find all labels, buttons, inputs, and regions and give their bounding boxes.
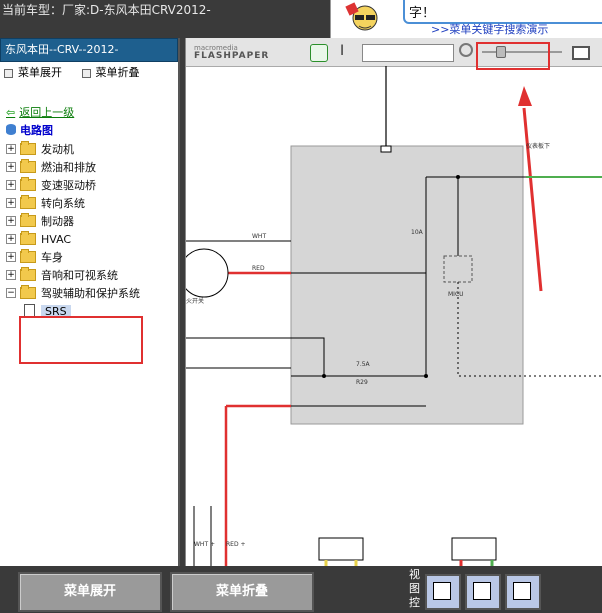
- svg-text:点火开关: 点火开关: [186, 297, 204, 305]
- tree-item-fuel[interactable]: + 燃油和排放: [6, 158, 176, 176]
- tutorial-banner[interactable]: 字！ >>菜单关键字搜索演示: [330, 0, 602, 38]
- folder-icon: [20, 177, 36, 191]
- banner-text: 字！: [409, 6, 436, 21]
- svg-text:仪表板下: 仪表板下: [526, 142, 550, 150]
- sidebar: 东风本田--CRV--2012- 菜单展开 菜单折叠 ⇦ 返回上一级 电路图 + 发…: [0, 38, 180, 566]
- expand-toggle-icon[interactable]: +: [6, 144, 16, 154]
- folder-icon: [20, 231, 36, 245]
- tree-item-body[interactable]: + 车身: [6, 248, 176, 266]
- back-link[interactable]: ⇦ 返回上一级: [6, 104, 74, 120]
- search-input[interactable]: [362, 44, 454, 62]
- bottom-bar: 菜单展开 菜单折叠 视图控: [0, 566, 602, 613]
- window-title: 当前车型：厂家:D-东风本田CRV2012-: [2, 3, 211, 17]
- tree-item-transaxle[interactable]: + 变速驱动桥: [6, 176, 176, 194]
- tree-item-steering[interactable]: + 转向系统: [6, 194, 176, 212]
- sidebar-controls: 菜单展开 菜单折叠: [0, 62, 178, 84]
- tree: + 发动机 + 燃油和排放 + 变速驱动桥 + 转向系统 + 制动器 + HVAC + 车身 …: [6, 140, 176, 302]
- expand-toggle-icon[interactable]: +: [6, 234, 16, 244]
- view-left-button[interactable]: [425, 574, 461, 610]
- svg-text:RED: RED: [252, 265, 265, 272]
- expand-toggle-icon[interactable]: +: [6, 252, 16, 262]
- folder-icon: [20, 141, 36, 155]
- folder-open-icon: [20, 285, 36, 299]
- search-icon[interactable]: [459, 43, 473, 57]
- text-select-icon[interactable]: I: [340, 43, 344, 59]
- expand-toggle-icon[interactable]: +: [6, 216, 16, 226]
- svg-text:7.5A: 7.5A: [356, 361, 371, 368]
- folder-icon: [20, 267, 36, 281]
- database-icon: [6, 124, 16, 135]
- arrows-inward-icon: [473, 582, 491, 600]
- expand-icon: [4, 68, 13, 78]
- tree-item-brakes[interactable]: + 制动器: [6, 212, 176, 230]
- collapse-menu-button[interactable]: 菜单折叠: [81, 66, 140, 79]
- svg-text:RED +: RED +: [226, 541, 246, 548]
- svg-text:R29: R29: [356, 379, 368, 386]
- expand-menu-button[interactable]: 菜单展开: [4, 66, 62, 79]
- print-icon[interactable]: [572, 46, 590, 60]
- tree-root[interactable]: 电路图: [6, 122, 53, 138]
- svg-text:10A: 10A: [411, 229, 424, 236]
- wiring-diagram: 仪表板下 7.5A R29 MICU 10A WHT RED WHT + RED…: [186, 66, 602, 566]
- document-viewer: macromedia FLASHPAPER I 仪表板下 7.5A R29 MI…: [185, 38, 602, 566]
- viewer-toolbar: macromedia FLASHPAPER I: [186, 38, 602, 70]
- search-demo-link[interactable]: >>菜单关键字搜索演示: [431, 21, 548, 37]
- tree-item-engine[interactable]: + 发动机: [6, 140, 176, 158]
- tree-item-audio[interactable]: + 音响和可视系统: [6, 266, 176, 284]
- arrow-right-icon: [433, 582, 451, 600]
- sidebar-header: 东风本田--CRV--2012-: [0, 38, 178, 62]
- highlight-box: [19, 316, 143, 364]
- tree-item-driver-assist[interactable]: − 驾驶辅助和保护系统: [6, 284, 176, 302]
- view-right-button[interactable]: [505, 574, 541, 610]
- mascot-image: [335, 0, 395, 38]
- svg-text:WHT +: WHT +: [194, 541, 215, 548]
- folder-icon: [20, 195, 36, 209]
- hand-tool-icon[interactable]: [310, 44, 328, 62]
- tree-item-hvac[interactable]: + HVAC: [6, 230, 176, 248]
- back-arrow-icon: ⇦: [6, 106, 16, 119]
- expand-all-button[interactable]: 菜单展开: [18, 572, 162, 612]
- folder-icon: [20, 249, 36, 263]
- expand-toggle-icon[interactable]: +: [6, 198, 16, 208]
- arrow-left-icon: [513, 582, 531, 600]
- title-bar: 当前车型：厂家:D-东风本田CRV2012- 字！ >>菜单关键字搜索演示: [0, 0, 602, 38]
- svg-text:WHT: WHT: [252, 233, 266, 240]
- folder-icon: [20, 213, 36, 227]
- expand-toggle-icon[interactable]: +: [6, 180, 16, 190]
- collapse-all-button[interactable]: 菜单折叠: [170, 572, 314, 612]
- view-center-button[interactable]: [465, 574, 501, 610]
- expand-toggle-icon[interactable]: +: [6, 270, 16, 280]
- collapse-icon: [81, 68, 91, 78]
- svg-text:MICU: MICU: [448, 291, 464, 298]
- flashpaper-logo: macromedia FLASHPAPER: [194, 44, 270, 61]
- folder-icon: [20, 159, 36, 173]
- expand-toggle-icon[interactable]: +: [6, 162, 16, 172]
- collapse-toggle-icon[interactable]: −: [6, 288, 16, 298]
- view-control-label: 视图控: [409, 568, 420, 609]
